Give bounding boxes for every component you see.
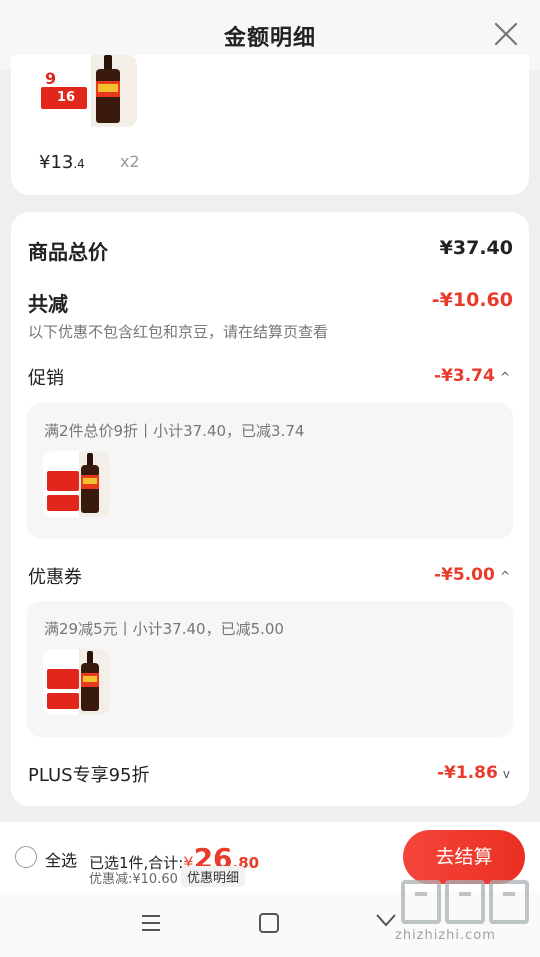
thumb-price: 16 [57,90,76,105]
item-quantity: x2 [120,152,140,171]
coupon-toggle[interactable]: -¥5.00 ^ [380,565,510,585]
coupon-detail-text: 满29减5元丨小计37.40，已减5.00 [44,620,284,638]
checkout-button[interactable]: 去结算 [403,830,525,884]
menu-icon[interactable] [141,914,161,932]
select-all-label[interactable]: 全选 [45,847,77,871]
reduce-note: 以下优惠不包含红包和京豆，请在结算页查看 [28,323,329,341]
plus-discount-label: PLUS专享95折 [28,765,150,786]
plus-toggle[interactable]: -¥1.86 v [380,763,510,783]
promo-toggle[interactable]: -¥3.74 ^ [380,366,510,386]
home-icon[interactable] [259,913,279,933]
select-all-radio[interactable] [15,846,37,868]
chevron-up-icon: ^ [499,569,510,583]
promo-label: 促销 [28,368,64,389]
thumb-badge: 9 [45,69,57,88]
promo-detail-text: 满2件总价9折丨小计37.40，已减3.74 [44,422,305,440]
promo-value: -¥3.74 [434,366,495,386]
back-icon[interactable] [375,912,397,928]
goods-total-value: ¥37.40 [439,237,513,259]
page-title: 金额明细 [223,26,316,51]
coupon-product-thumbnail[interactable] [43,649,110,715]
total-reduce-value: -¥10.60 [431,289,513,311]
coupon-value: -¥5.00 [434,565,495,585]
chevron-down-icon: v [502,767,510,781]
discount-detail-link[interactable]: 优惠明细 [181,866,246,887]
coupon-label: 优惠券 [28,567,82,588]
plus-value: -¥1.86 [436,763,498,783]
watermark-text: zhizhizhi.com [395,928,496,943]
item-price: ¥13.4 [39,152,85,173]
close-icon[interactable] [490,18,522,50]
total-reduce-label: 共减 [28,292,68,316]
promo-product-thumbnail[interactable] [43,451,110,517]
chevron-up-icon: ^ [499,370,510,384]
discount-summary: 优惠减:¥10.60 [89,872,178,887]
product-thumbnail[interactable]: 9 16 [37,55,137,127]
goods-total-label: 商品总价 [28,240,108,264]
